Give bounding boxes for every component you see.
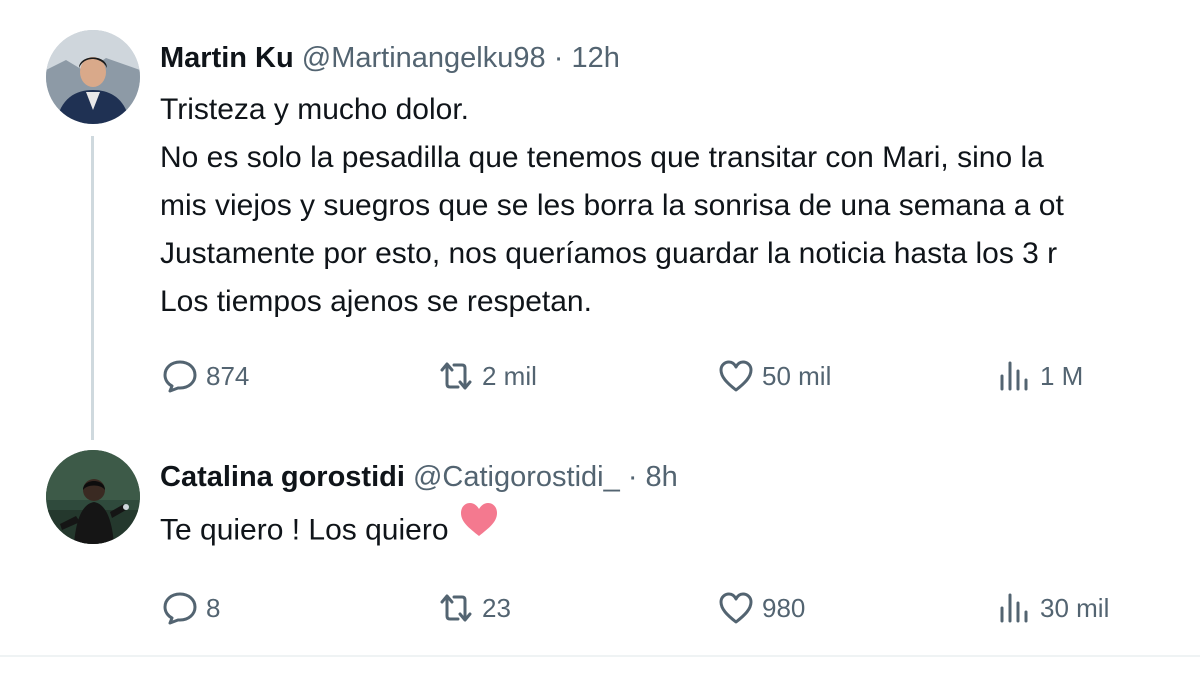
reply-count: 874 [206, 360, 250, 391]
like-count: 980 [762, 592, 806, 623]
retweet-count: 23 [482, 592, 511, 623]
tweet-text: Tristeza y mucho dolor. No es solo la pe… [160, 86, 1064, 326]
retweet-button[interactable]: 2 mil [436, 356, 537, 396]
like-icon [719, 592, 753, 624]
tweet-text-line: No es solo la pesadilla que tenemos que … [160, 141, 1044, 174]
tweet-text-line: Tristeza y mucho dolor. [160, 93, 470, 126]
display-name[interactable]: Martin Ku [160, 42, 294, 74]
views-count: 30 mil [1040, 592, 1110, 623]
display-name[interactable]: Catalina gorostidi [160, 461, 405, 493]
avatar[interactable] [46, 30, 140, 124]
views-count: 1 M [1040, 360, 1084, 391]
views-icon [1000, 593, 1028, 623]
tweet[interactable]: Catalina gorostidi @Catigorostidi_ · 8h … [0, 440, 1200, 655]
reply-count: 8 [206, 592, 221, 623]
tweet-header: Martin Ku @Martinangelku98 · 12h [160, 40, 620, 76]
avatar-image [46, 30, 140, 124]
timestamp[interactable]: 8h [646, 461, 678, 493]
retweet-count: 2 mil [482, 360, 537, 391]
tweet-text-content: Te quiero ! Los quiero [160, 513, 449, 547]
pink-heart-emoji-icon [459, 502, 499, 553]
like-count: 50 mil [762, 360, 832, 391]
tweet-actions: 8 23 980 30 mil [0, 588, 1200, 628]
username-handle[interactable]: @Catigorostidi_ [413, 461, 620, 493]
tweet[interactable]: Martin Ku @Martinangelku98 · 12h Tristez… [0, 0, 1200, 440]
separator-dot: · [553, 42, 564, 74]
avatar-image [46, 450, 140, 544]
like-button[interactable]: 50 mil [716, 356, 831, 396]
separator-dot: · [627, 461, 638, 493]
views-button[interactable]: 30 mil [994, 588, 1109, 628]
like-icon [719, 360, 753, 392]
views-icon [1000, 361, 1028, 391]
views-button[interactable]: 1 M [994, 356, 1083, 396]
timestamp[interactable]: 12h [571, 42, 619, 74]
tweet-text-line: mis viejos y suegros que se les borra la… [160, 189, 1064, 222]
tweet-text-line: Los tiempos ajenos se respetan. [160, 285, 592, 318]
retweet-icon [440, 594, 472, 622]
tweet-text-line: Justamente por esto, nos queríamos guard… [160, 237, 1058, 270]
tweet-header: Catalina gorostidi @Catigorostidi_ · 8h [160, 459, 678, 495]
like-button[interactable]: 980 [716, 588, 805, 628]
tweet-text-line: Te quiero ! Los quiero [160, 503, 499, 557]
reply-button[interactable]: 874 [160, 356, 249, 396]
tweet-text: Te quiero ! Los quiero [160, 503, 499, 557]
reply-icon [163, 360, 197, 393]
retweet-button[interactable]: 23 [436, 588, 511, 628]
tweet-actions: 874 2 mil 50 mil 1 M [0, 356, 1200, 396]
avatar[interactable] [46, 450, 140, 544]
reply-button[interactable]: 8 [160, 588, 220, 628]
reply-icon [163, 592, 197, 625]
username-handle[interactable]: @Martinangelku98 [302, 42, 546, 74]
retweet-icon [440, 362, 472, 390]
bottom-divider [0, 655, 1200, 657]
